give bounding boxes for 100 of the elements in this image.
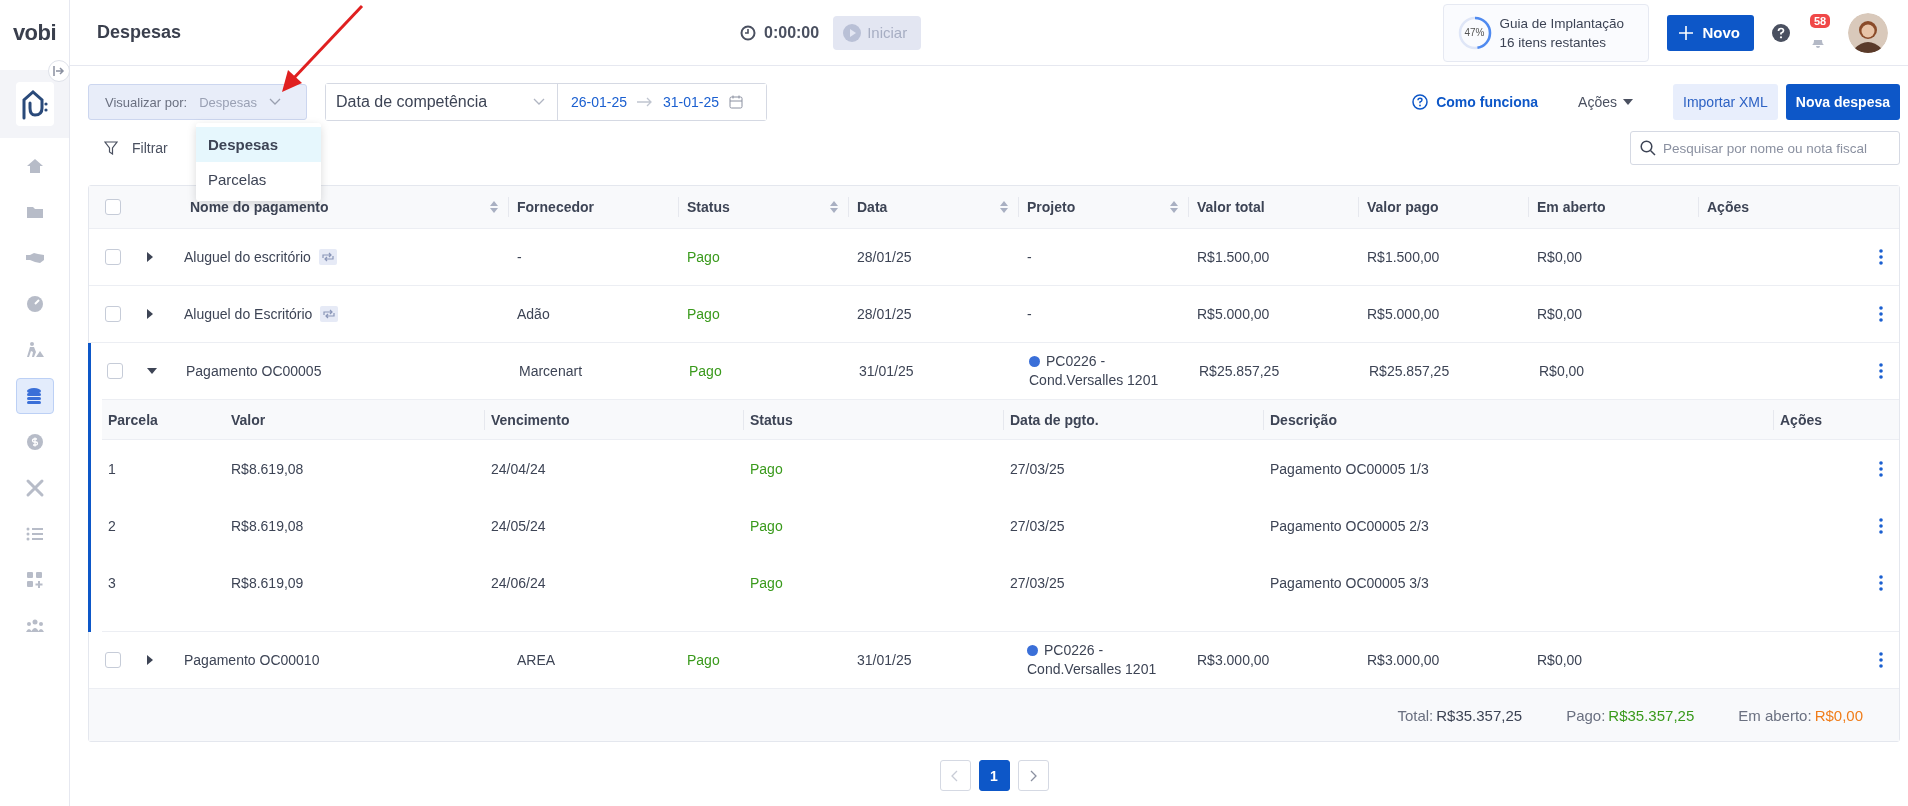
filter-button[interactable]: Filtrar: [98, 139, 174, 157]
avatar[interactable]: [1848, 12, 1888, 53]
payment-name: Aluguel do escritório: [184, 249, 311, 265]
caret-right-icon[interactable]: [145, 655, 155, 665]
payment-name: Pagamento OC00005: [186, 363, 322, 379]
checkbox[interactable]: [105, 306, 121, 322]
supplier-cell-text: -: [516, 249, 523, 265]
worker-icon[interactable]: [24, 340, 45, 360]
how-it-works-link[interactable]: Como funciona: [1412, 94, 1539, 110]
sort-icon[interactable]: [1170, 201, 1178, 213]
filter-icon: [104, 141, 118, 155]
next-page-button[interactable]: [1017, 760, 1049, 791]
total-cell-text: R$25.857,25: [1198, 363, 1281, 379]
column-header[interactable]: Projeto: [1027, 199, 1076, 215]
checkbox[interactable]: [107, 363, 123, 379]
status-cell-text: Pago: [749, 460, 784, 477]
plus-icon: [1678, 25, 1693, 40]
status-cell-text: Pago: [686, 652, 721, 668]
caret-right-icon[interactable]: [145, 309, 155, 319]
paid-cell-text: R$1.500,00: [1366, 249, 1441, 265]
date-cell-text: 28/01/25: [856, 249, 913, 265]
column-header[interactable]: Status: [687, 199, 730, 215]
status-cell-text: Pago: [749, 517, 784, 534]
checkbox[interactable]: [105, 199, 121, 215]
more-options-icon[interactable]: [1879, 363, 1883, 379]
column-header: Valor total: [1197, 199, 1265, 215]
column-header: Vencimento: [491, 411, 570, 428]
help-icon: [1412, 94, 1429, 110]
installment-number: 3: [107, 574, 117, 591]
total-cell-text: R$1.500,00: [1196, 249, 1271, 265]
new-button[interactable]: Novo: [1666, 14, 1754, 51]
payment-date-cell-text: 27/03/25: [1009, 460, 1066, 477]
chevron-left-icon: [951, 769, 959, 782]
project-cell-text: -: [1026, 304, 1033, 324]
more-options-icon[interactable]: [1879, 517, 1883, 534]
column-header: Ações: [1780, 411, 1823, 428]
gauge-icon[interactable]: [24, 294, 45, 314]
caret-right-icon[interactable]: [145, 252, 155, 262]
installment-number: 2: [107, 517, 117, 534]
new-expense-button[interactable]: Nova despesa: [1785, 84, 1900, 120]
notification-badge: 58: [1810, 13, 1831, 28]
more-options-icon[interactable]: [1879, 249, 1883, 265]
page-button[interactable]: 1: [978, 760, 1010, 791]
status-cell-text: Pago: [749, 574, 784, 591]
guide-subtitle: 16 itens restantes: [1499, 33, 1608, 52]
more-options-icon[interactable]: [1879, 460, 1883, 477]
checkbox[interactable]: [105, 652, 121, 668]
due-date-cell-text: 24/05/24: [490, 517, 547, 534]
column-header[interactable]: Nome do pagamento: [190, 199, 329, 215]
total-value: R$35.357,25: [1608, 706, 1695, 724]
column-header: Em aberto: [1537, 199, 1606, 215]
open-cell-text: R$0,00: [1536, 249, 1584, 265]
value-cell-text: R$8.619,09: [230, 574, 305, 591]
value-cell-text: R$8.619,08: [230, 517, 305, 534]
checkbox[interactable]: [105, 249, 121, 265]
clock-icon: [740, 24, 756, 41]
payment-name: Aluguel do Escritório: [184, 306, 313, 322]
guide-card[interactable]: 47% Guia de Implantação 16 itens restantes: [1442, 3, 1649, 62]
description-cell-text: Pagamento OC00005 3/3: [1269, 574, 1430, 591]
view-by-dropdown[interactable]: Visualizar por: Despesas: [88, 84, 307, 120]
payment-date-cell-text: 27/03/25: [1009, 574, 1066, 591]
company-logo-icon[interactable]: [15, 82, 54, 126]
logo[interactable]: vobi: [12, 0, 57, 66]
more-options-icon[interactable]: [1879, 306, 1883, 322]
supplier-cell-text: Adão: [516, 306, 551, 322]
menu-item[interactable]: Despesas: [196, 127, 321, 162]
paid-cell-text: R$25.857,25: [1368, 363, 1451, 379]
play-icon: [843, 23, 862, 42]
column-header: Valor pago: [1367, 199, 1439, 215]
help-icon[interactable]: [1772, 23, 1790, 42]
menu-item[interactable]: Parcelas: [196, 162, 321, 197]
caret-down-icon[interactable]: [147, 366, 157, 376]
progress-percent: 47%: [1463, 26, 1486, 40]
paid-cell-text: R$5.000,00: [1366, 306, 1441, 322]
value-cell-text: R$8.619,08: [230, 460, 305, 477]
column-header: Status: [750, 411, 793, 428]
status-cell-text: Pago: [686, 306, 721, 322]
total-cell-text: R$3.000,00: [1196, 652, 1271, 668]
open-cell-text: R$0,00: [1536, 306, 1584, 322]
description-cell-text: Pagamento OC00005 2/3: [1269, 517, 1430, 534]
project-cell-text: PC0226 - Cond.Versalles 1201: [1028, 352, 1160, 390]
more-options-icon[interactable]: [1879, 652, 1883, 668]
apps-icon[interactable]: [24, 570, 45, 590]
dollar-icon[interactable]: [24, 432, 45, 452]
payment-name: Pagamento OC00010: [184, 652, 320, 668]
actions-dropdown[interactable]: Ações: [1572, 93, 1639, 111]
chevron-right-icon: [1029, 769, 1037, 782]
description-cell-text: Pagamento OC00005 1/3: [1269, 460, 1430, 477]
sort-icon[interactable]: [830, 201, 838, 213]
import-xml-button[interactable]: Importar XML: [1673, 84, 1778, 120]
total-value: R$35.357,25: [1436, 706, 1523, 724]
column-header[interactable]: Data: [857, 199, 888, 215]
payment-date-cell-text: 27/03/25: [1009, 517, 1066, 534]
sort-icon[interactable]: [1000, 201, 1008, 213]
expand-sidebar-icon[interactable]: [48, 60, 70, 82]
paid-cell-text: R$3.000,00: [1366, 652, 1441, 668]
more-options-icon[interactable]: [1879, 574, 1883, 591]
search-field[interactable]: Pesquisar por nome ou nota fiscal: [1630, 131, 1900, 165]
project-cell-text: -: [1026, 247, 1033, 267]
sort-icon[interactable]: [490, 201, 498, 213]
